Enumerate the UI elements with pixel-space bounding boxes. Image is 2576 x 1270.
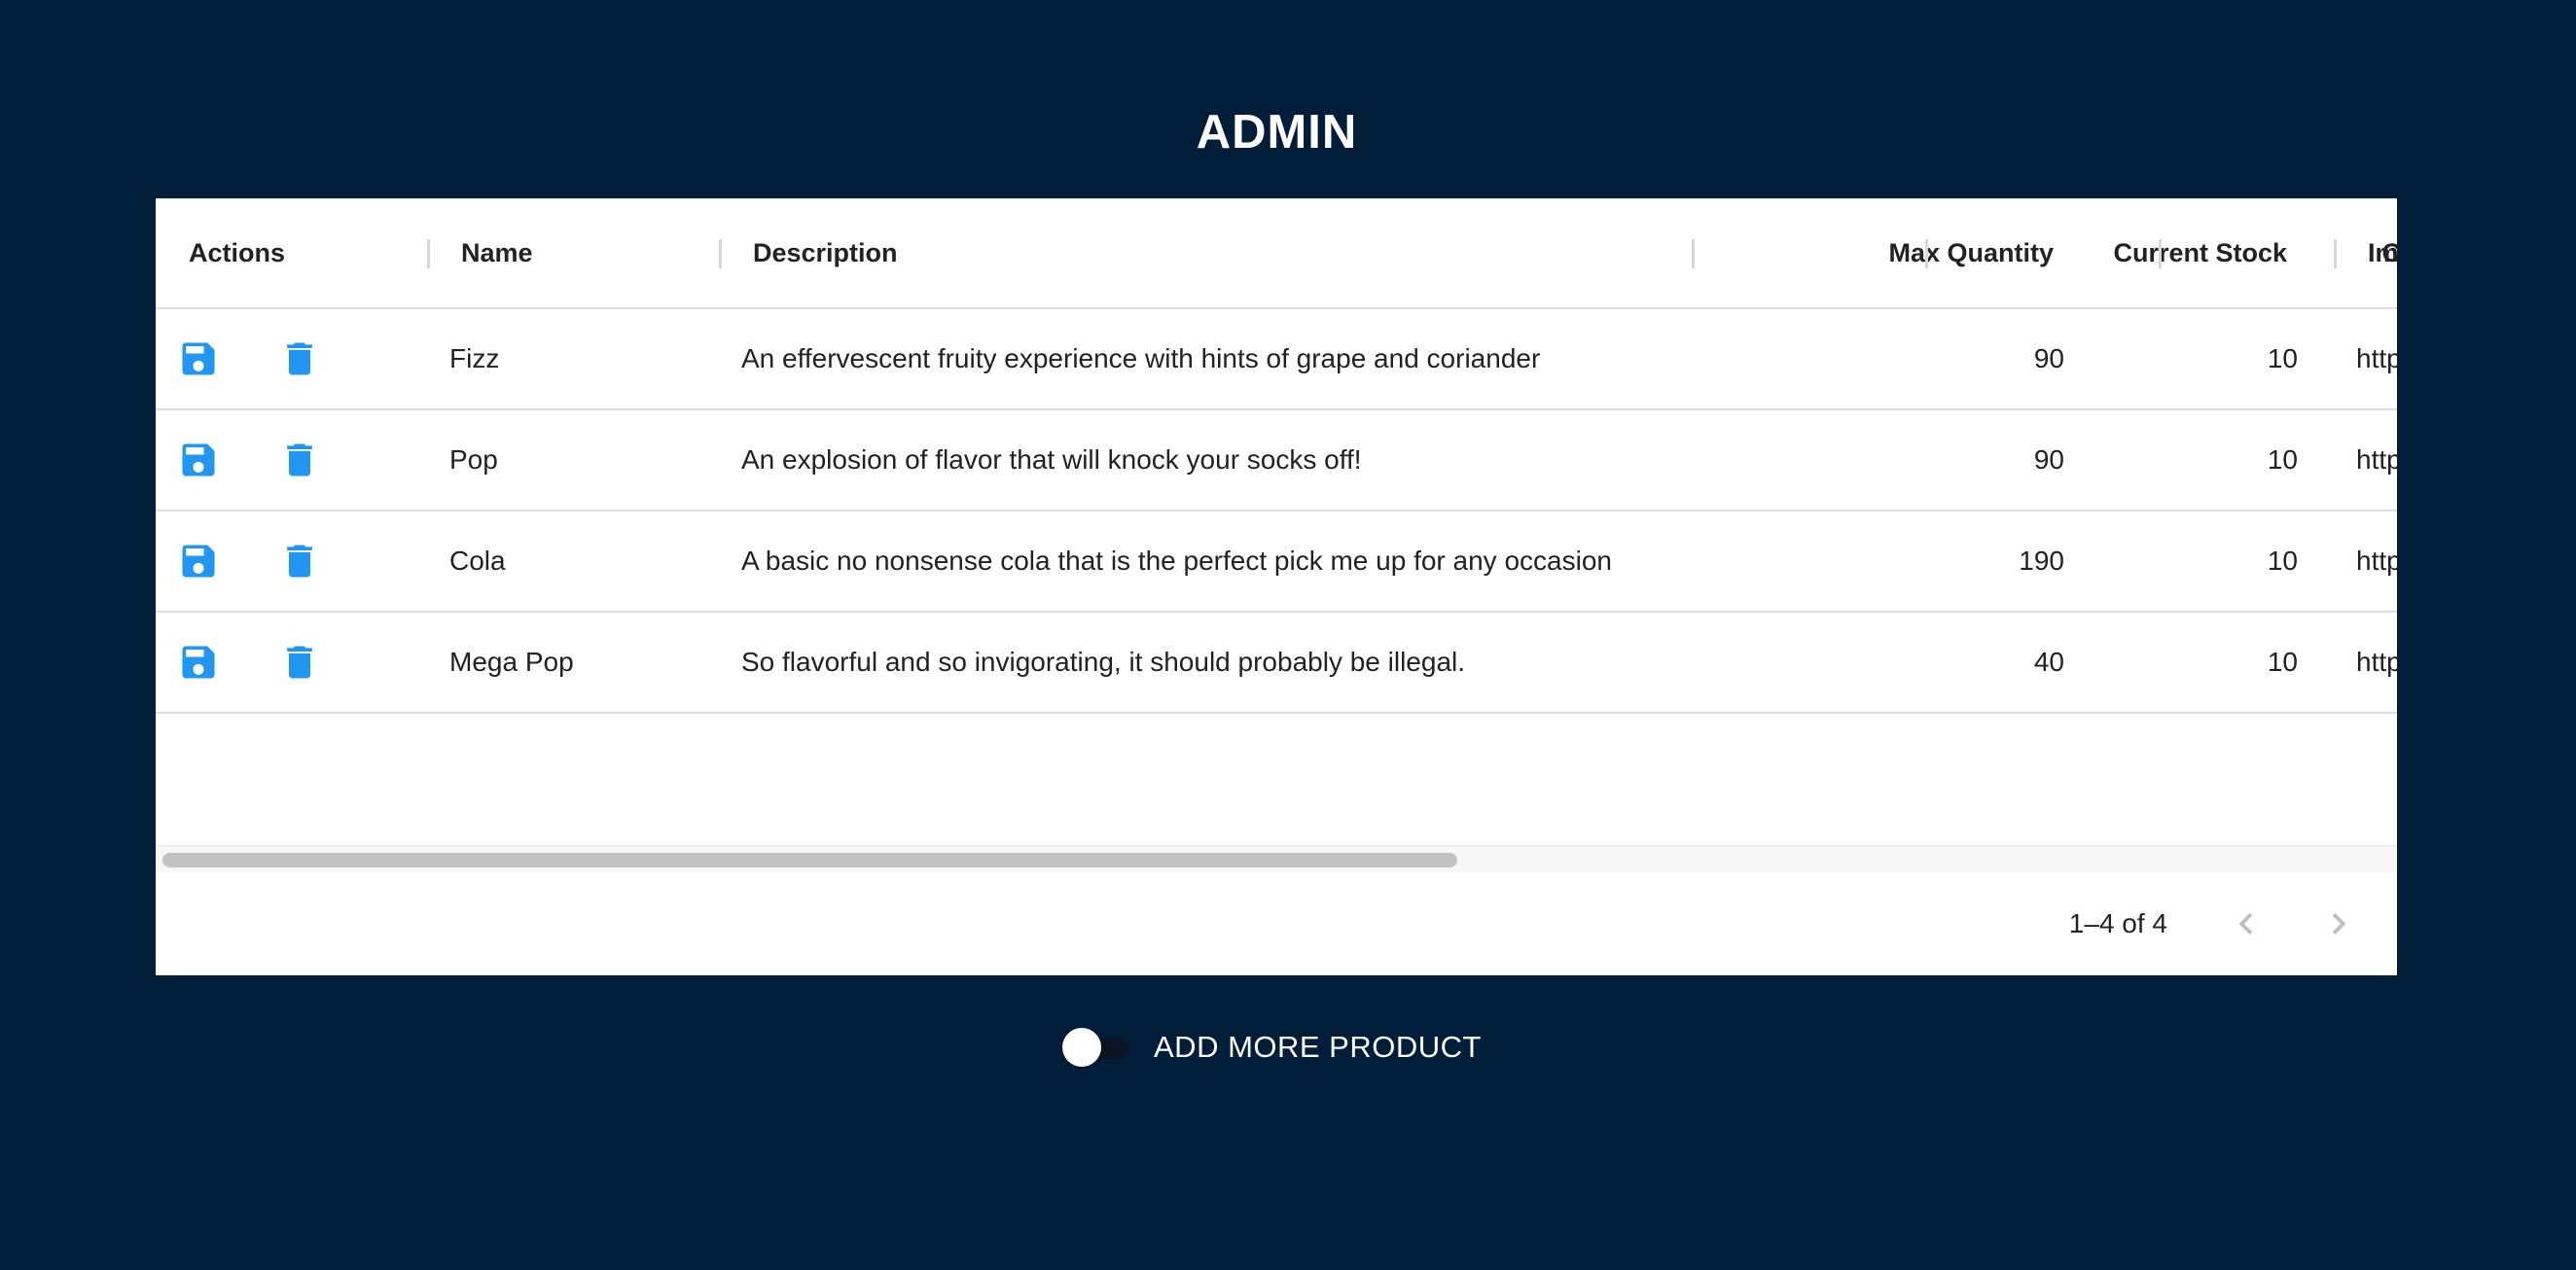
column-separator[interactable] — [1692, 239, 1695, 268]
scrollbar-thumb[interactable] — [162, 853, 1457, 867]
cell-image[interactable]: http — [2356, 613, 2397, 712]
cell-name[interactable]: Cola — [449, 512, 722, 611]
cell-name[interactable]: Fizz — [449, 309, 722, 408]
column-separator[interactable] — [719, 239, 722, 268]
chevron-left-icon — [2238, 913, 2253, 935]
column-separator[interactable] — [2159, 239, 2162, 268]
save-icon — [182, 545, 215, 578]
products-data-grid: Actions Name Description Max Quantity Cu… — [156, 198, 2397, 975]
column-separator[interactable] — [2334, 239, 2337, 268]
save-button[interactable] — [177, 337, 220, 380]
cell-image[interactable]: http — [2356, 410, 2397, 510]
column-header-description[interactable]: Description — [753, 198, 898, 307]
add-more-product-control: ADD MORE PRODUCT — [1060, 1026, 1482, 1069]
cell-image[interactable]: http — [2356, 512, 2397, 611]
grid-footer: 1–4 of 4 — [156, 872, 2397, 975]
toggle-thumb — [1062, 1028, 1101, 1067]
delete-icon — [287, 443, 312, 476]
table-row: Fizz An effervescent fruity experience w… — [156, 309, 2397, 410]
table-row: Mega Pop So flavorful and so invigoratin… — [156, 613, 2397, 714]
cell-name[interactable]: Mega Pop — [449, 613, 722, 712]
save-button[interactable] — [177, 540, 220, 582]
save-button[interactable] — [177, 439, 220, 481]
table-row: Pop An explosion of flavor that will kno… — [156, 410, 2397, 512]
table-row: Cola A basic no nonsense cola that is th… — [156, 512, 2397, 613]
next-page-button[interactable] — [2317, 902, 2360, 945]
cell-name[interactable]: Pop — [449, 410, 722, 510]
delete-button[interactable] — [278, 540, 321, 582]
save-icon — [182, 342, 215, 375]
cell-image[interactable]: http — [2356, 309, 2397, 408]
column-separator[interactable] — [427, 239, 430, 268]
column-header-image[interactable]: Im — [2368, 198, 2397, 307]
column-header-actions: Actions — [189, 238, 286, 267]
chevron-right-icon — [2332, 913, 2346, 935]
grid-viewport: Actions Name Description Max Quantity Cu… — [156, 198, 2397, 845]
horizontal-scrollbar[interactable] — [156, 845, 2397, 872]
cell-description[interactable]: So flavorful and so invigorating, it sho… — [741, 613, 1695, 712]
delete-button[interactable] — [278, 439, 321, 481]
grid-header-row: Actions Name Description Max Quantity Cu… — [156, 198, 2397, 309]
cell-description[interactable]: An explosion of flavor that will knock y… — [741, 410, 1695, 510]
delete-icon — [287, 545, 312, 578]
add-more-product-toggle[interactable] — [1060, 1026, 1132, 1069]
delete-icon — [287, 646, 312, 679]
save-icon — [182, 443, 215, 476]
delete-button[interactable] — [278, 641, 321, 684]
pagination-range: 1–4 of 4 — [2068, 908, 2167, 938]
column-separator[interactable] — [1925, 239, 1928, 268]
save-button[interactable] — [177, 641, 220, 684]
delete-icon — [287, 342, 312, 375]
cell-description[interactable]: A basic no nonsense cola that is the per… — [741, 512, 1695, 611]
page-title: ADMIN — [1196, 106, 1358, 159]
add-more-product-label[interactable]: ADD MORE PRODUCT — [1154, 1030, 1482, 1065]
delete-button[interactable] — [278, 337, 321, 380]
column-header-cost[interactable]: Cost $ — [2174, 198, 2397, 307]
previous-page-button[interactable] — [2225, 902, 2268, 945]
cell-description[interactable]: An effervescent fruity experience with h… — [741, 309, 1695, 408]
save-icon — [182, 646, 215, 679]
column-header-name[interactable]: Name — [461, 198, 533, 307]
